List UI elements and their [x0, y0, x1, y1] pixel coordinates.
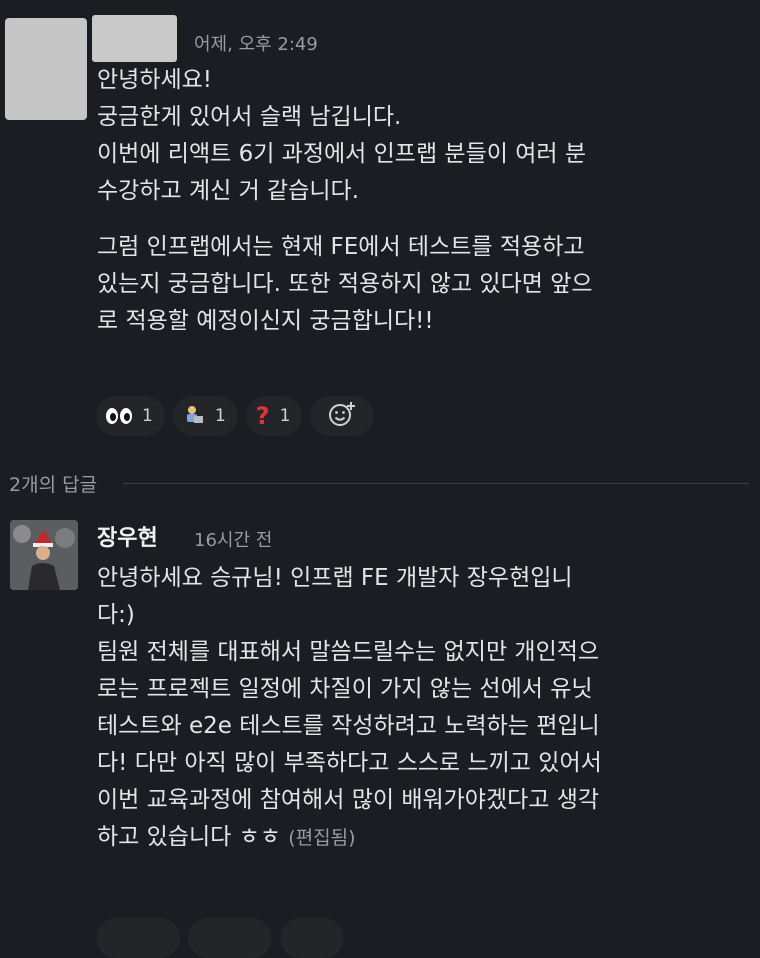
- question-icon: ?: [255, 402, 270, 430]
- reaction-count: 1: [279, 406, 291, 426]
- reaction-person-at-laptop[interactable]: 1: [172, 396, 238, 436]
- reply-reaction[interactable]: [188, 918, 272, 958]
- message-line: 로 적용할 예정이신지 궁금합니다!!: [97, 308, 434, 334]
- reaction-question[interactable]: ? 1: [245, 396, 303, 436]
- reply-count[interactable]: 2개의 답글: [9, 470, 97, 497]
- author-name[interactable]: [92, 15, 177, 62]
- person-at-laptop-icon: [183, 404, 205, 429]
- reply-line: 테스트와 e2e 테스트를 작성하려고 노력하는 편입니: [97, 713, 600, 739]
- reply-line-last: 하고 있습니다 ㅎㅎ (편집됨): [97, 819, 757, 857]
- reaction-eyes[interactable]: 1: [96, 396, 165, 436]
- message-line: 궁금한게 있어서 슬랙 남깁니다.: [97, 104, 402, 130]
- message-line: 안녕하세요!: [97, 67, 213, 93]
- reply-line: 팀원 전체를 대표해서 말씀드릴수는 없지만 개인적으: [97, 639, 600, 665]
- message-timestamp[interactable]: 어제, 오후 2:49: [194, 30, 318, 56]
- divider-line: [123, 483, 749, 484]
- reaction-count: 1: [214, 406, 226, 426]
- eyes-icon: [106, 408, 132, 424]
- thread-divider: 2개의 답글: [9, 470, 749, 497]
- reply-line: 안녕하세요 승규님! 인프랩 FE 개발자 장우현입니: [97, 565, 573, 591]
- reply-timestamp[interactable]: 16시간 전: [194, 526, 272, 552]
- message-line: 수강하고 계신 거 같습니다.: [97, 178, 360, 204]
- add-reaction-button[interactable]: [310, 396, 375, 436]
- message-line: 있는지 궁금합니다. 또한 적용하지 않고 있다면 앞으: [97, 271, 593, 297]
- reply-line: 다! 다만 아직 많이 부족하다고 스스로 느끼고 있어서: [97, 750, 602, 776]
- reply-text: 안녕하세요 승규님! 인프랩 FE 개발자 장우현입니 다:) 팀원 전체를 대…: [97, 560, 757, 857]
- reply-avatar[interactable]: [10, 520, 78, 590]
- reply-add-reaction-button[interactable]: [280, 918, 344, 958]
- add-reaction-icon: [327, 400, 357, 433]
- reply-line: 하고 있습니다 ㅎㅎ: [97, 824, 281, 850]
- reply-reaction-bar: [96, 918, 344, 958]
- message-line: 이번에 리액트 6기 과정에서 인프랩 분들이 여러 분: [97, 141, 587, 167]
- message-text: 안녕하세요! 궁금한게 있어서 슬랙 남깁니다. 이번에 리액트 6기 과정에서…: [97, 62, 757, 340]
- reaction-count: 1: [142, 406, 153, 426]
- edited-label: (편집됨): [288, 827, 356, 849]
- message-line: 그럼 인프랩에서는 현재 FE에서 테스트를 적용하고: [97, 234, 585, 260]
- avatar[interactable]: [5, 18, 87, 120]
- reply-line: 로는 프로젝트 일정에 차질이 가지 않는 선에서 유닛: [97, 676, 593, 702]
- reply-line: 다:): [97, 602, 135, 628]
- reply-reaction[interactable]: [96, 918, 180, 958]
- reaction-bar: 1 1 ? 1: [96, 396, 375, 436]
- reply-author[interactable]: 장우현: [97, 520, 158, 552]
- reply-line: 이번 교육과정에 참여해서 많이 배워가야겠다고 생각: [97, 787, 600, 813]
